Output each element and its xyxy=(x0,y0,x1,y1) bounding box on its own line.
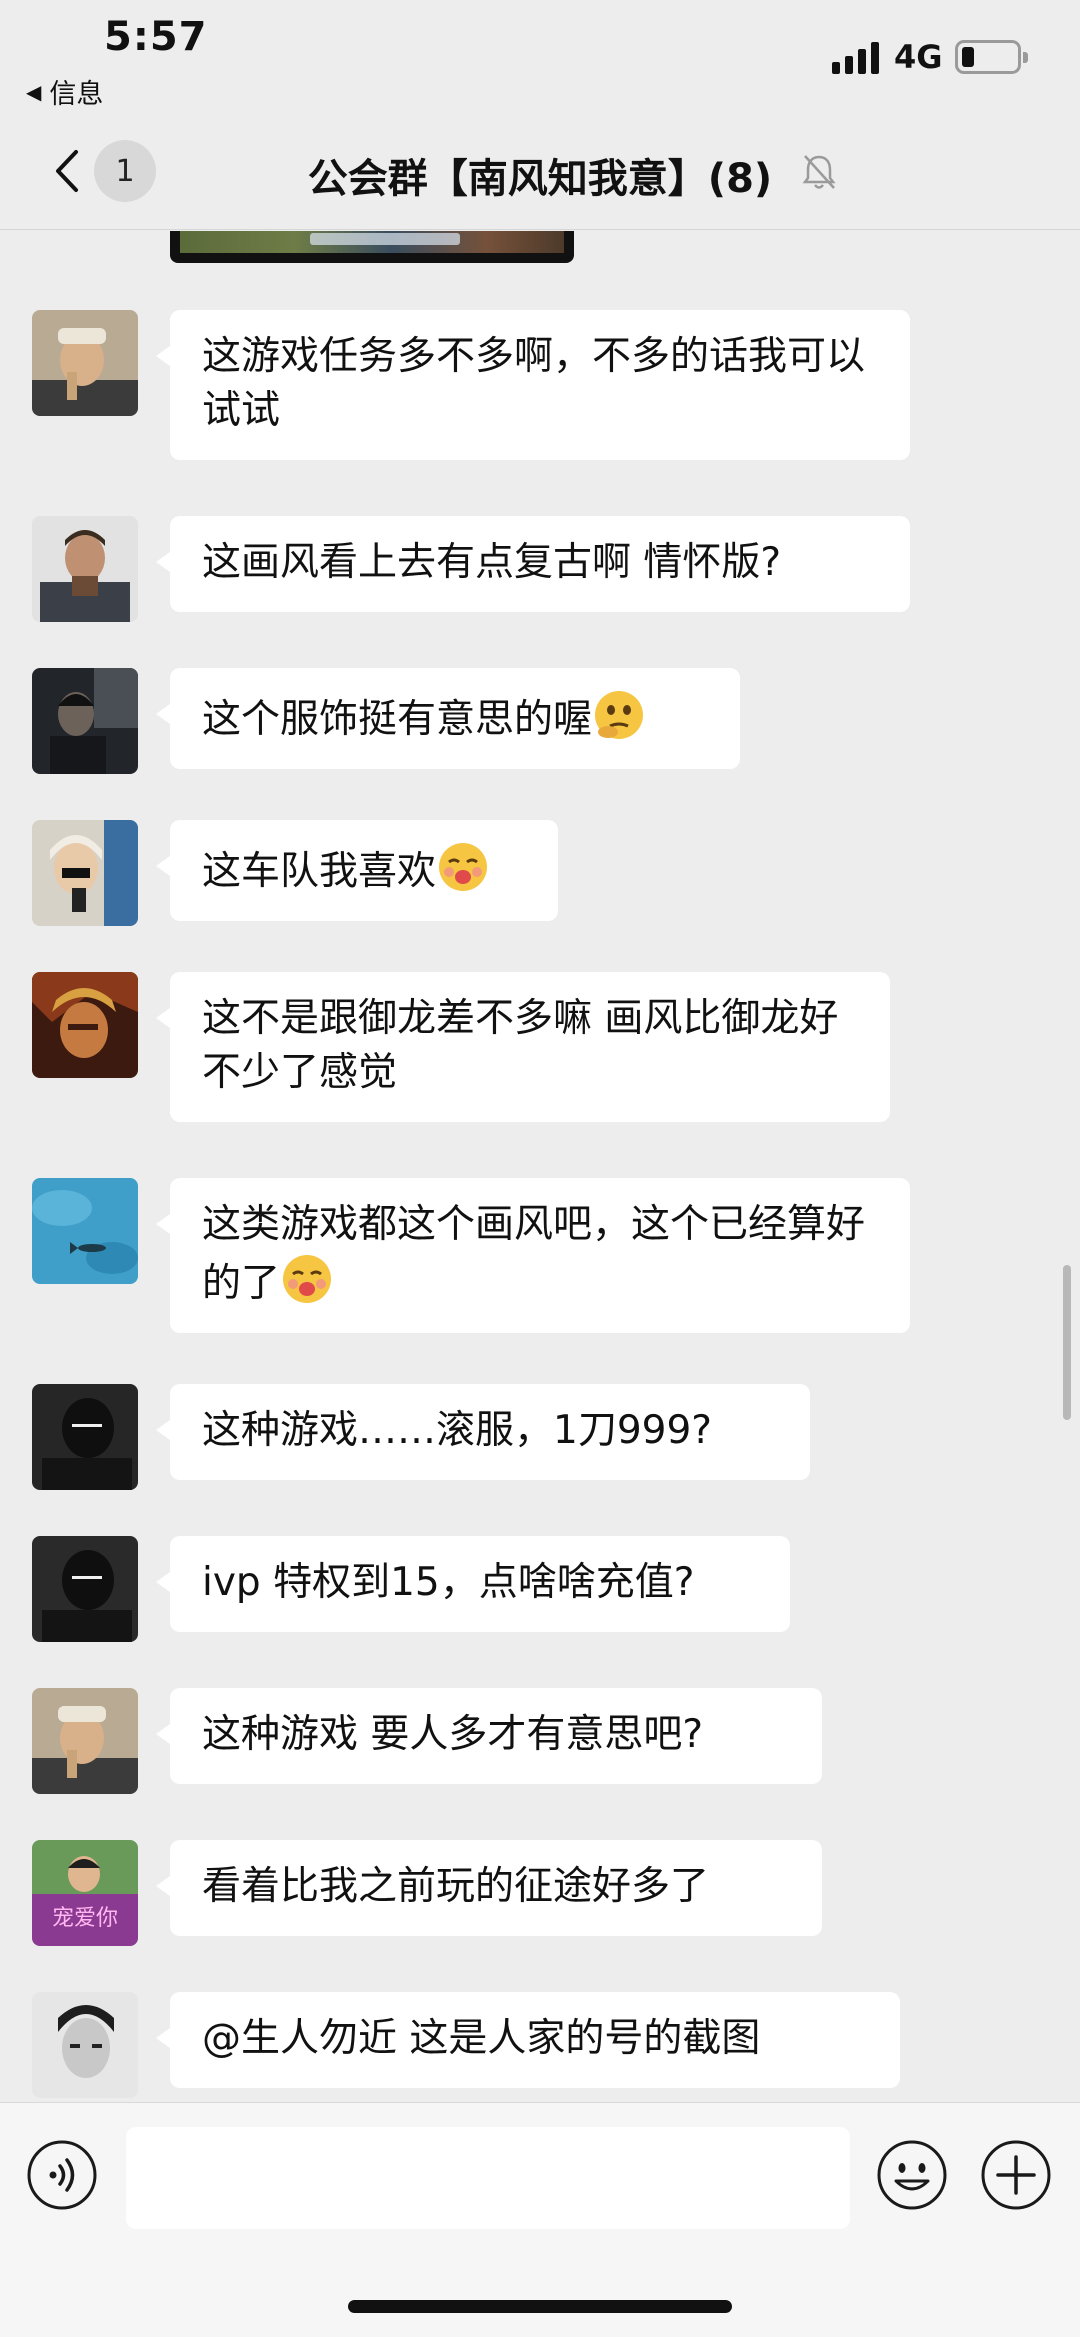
avatar[interactable] xyxy=(32,1992,138,2098)
message-bubble[interactable]: 这种游戏 要人多才有意思吧? xyxy=(156,1688,822,1784)
avatar-caption: 宠爱你 xyxy=(51,1906,118,1931)
message-bubble[interactable]: 这种游戏……滚服，1刀999? xyxy=(156,1384,810,1480)
kiss-face-icon xyxy=(439,843,488,891)
smiley-icon[interactable] xyxy=(876,2139,948,2211)
image-message-thumbnail[interactable] xyxy=(170,231,574,263)
home-indicator[interactable] xyxy=(348,2300,732,2313)
back-triangle-icon: ◀ xyxy=(26,79,42,104)
message-bubble[interactable]: 这个服饰挺有意思的喔 xyxy=(156,668,740,769)
voice-icon[interactable] xyxy=(26,2139,98,2211)
bell-slash-icon xyxy=(802,155,836,189)
avatar[interactable] xyxy=(32,1384,138,1490)
avatar[interactable] xyxy=(32,516,138,622)
avatar[interactable] xyxy=(32,310,138,416)
status-time: 5:57 xyxy=(104,14,208,60)
avatar[interactable] xyxy=(32,1688,138,1794)
avatar[interactable]: 宠爱你 xyxy=(32,1840,138,1946)
scrollbar-thumb[interactable] xyxy=(1063,1265,1071,1420)
avatar[interactable] xyxy=(32,1178,138,1284)
chat-screen: 5:57 ◀ 信息 4G 1 公会群【南风知我意】(8) 这游戏任务多不多啊，不… xyxy=(0,0,1080,2337)
message-bubble[interactable]: @生人勿近 这是人家的号的截图 xyxy=(156,1992,900,2088)
network-label: 4G xyxy=(894,38,943,76)
avatar[interactable] xyxy=(32,972,138,1078)
message-bubble[interactable]: 这不是跟御龙差不多嘛 画风比御龙好不少了感觉 xyxy=(156,972,890,1122)
status-bar: 5:57 ◀ 信息 4G xyxy=(0,0,1080,110)
kiss-face-icon xyxy=(283,1255,332,1303)
nav-bar: 1 公会群【南风知我意】(8) xyxy=(0,110,1080,230)
message-text: 这个服饰挺有意思的喔 xyxy=(202,697,593,742)
back-to-app-link[interactable]: ◀ 信息 xyxy=(26,72,103,111)
avatar[interactable] xyxy=(32,820,138,926)
page-title: 公会群【南风知我意】(8) xyxy=(307,156,773,202)
avatar[interactable] xyxy=(32,668,138,774)
message-list[interactable]: 这游戏任务多不多啊，不多的话我可以试试 这画风看上去有点复古啊 情怀版? 这个服… xyxy=(0,231,1080,2101)
signal-icon xyxy=(832,40,879,74)
message-bubble[interactable]: ivp 特权到15，点啥啥充值? xyxy=(156,1536,790,1632)
message-bubble[interactable]: 这类游戏都这个画风吧，这个已经算好的了 xyxy=(156,1178,910,1333)
thinking-face-icon xyxy=(595,691,644,739)
message-bubble[interactable]: 看着比我之前玩的征途好多了 xyxy=(156,1840,822,1936)
message-bubble[interactable]: 这画风看上去有点复古啊 情怀版? xyxy=(156,516,910,612)
plus-icon[interactable] xyxy=(980,2139,1052,2211)
back-app-label: 信息 xyxy=(49,79,104,110)
battery-icon xyxy=(955,40,1028,74)
message-text: 这车队我喜欢 xyxy=(202,849,437,894)
message-bubble[interactable]: 这车队我喜欢 xyxy=(156,820,558,921)
message-bubble[interactable]: 这游戏任务多不多啊，不多的话我可以试试 xyxy=(156,310,910,460)
message-input[interactable] xyxy=(126,2127,850,2229)
avatar[interactable] xyxy=(32,1536,138,1642)
